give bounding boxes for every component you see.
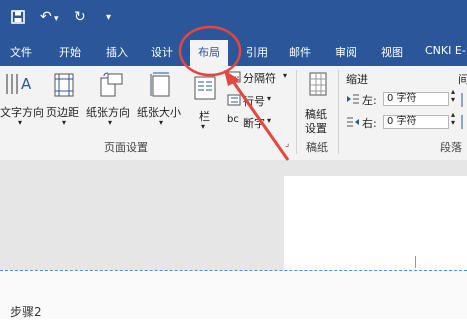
breaks-icon	[227, 71, 241, 83]
spacing-controls-icon	[461, 93, 463, 129]
tab-mailings[interactable]: 邮件	[289, 44, 311, 60]
redo-icon[interactable]: ↻	[74, 9, 86, 25]
tab-view[interactable]: 视图	[381, 44, 403, 60]
dropdown-arrow-icon: ▾	[283, 71, 288, 80]
dropdown-arrow-icon: ▾	[201, 122, 206, 131]
dropdown-arrow-icon: ▾	[18, 118, 23, 127]
manuscript-icon	[309, 72, 327, 96]
hyphenation-label: 断字	[243, 117, 265, 130]
paper-size-icon	[150, 72, 170, 97]
dropdown-arrow-icon: ▾	[267, 116, 272, 125]
orientation-button[interactable]: 纸张方向 ▾	[86, 70, 136, 127]
size-button[interactable]: 纸张大小 ▾	[137, 70, 187, 127]
indent-left-label: 左:	[362, 94, 377, 107]
tab-references[interactable]: 引用	[246, 44, 268, 60]
undo-dropdown-icon[interactable]: ▾	[54, 14, 59, 24]
indent-right-input[interactable]: 0 字符	[383, 115, 449, 129]
tab-insert[interactable]: 插入	[106, 44, 128, 60]
line-numbers-icon	[227, 94, 241, 106]
dropdown-arrow-icon: ▾	[159, 118, 164, 127]
indent-left-input[interactable]: 0 字符	[383, 92, 449, 106]
page-setup-group-label: 页面设置	[104, 141, 148, 154]
ribbon-tab-row: 文件 开始 插入 设计 布局 引用 邮件 审阅 视图 CNKI E-	[0, 36, 467, 66]
page-setup-dialog-launcher-icon[interactable]: ⌟	[285, 139, 289, 149]
margins-icon	[54, 73, 74, 97]
manuscript-label-line2: 设置	[305, 122, 327, 135]
columns-icon	[194, 76, 216, 100]
text-direction-icon: A	[6, 74, 32, 94]
dropdown-arrow-icon: ▾	[267, 94, 272, 103]
caption-area	[0, 272, 467, 319]
dropdown-arrow-icon: ▾	[108, 118, 113, 127]
tab-home[interactable]: 开始	[59, 44, 81, 60]
save-icon[interactable]	[11, 10, 25, 24]
indent-right-spinner-icon[interactable]: ▴ ▾	[451, 111, 455, 127]
indent-left-icon	[347, 94, 359, 104]
spacing-title: 间	[458, 73, 467, 86]
page-corner-mark	[415, 256, 416, 268]
hyphenation-button[interactable]: bc 断字 ▾	[225, 114, 291, 130]
ribbon-panel: A 文字方向 ▾ 页边距 ▾ 纸张方向 ▾ 纸张大小 ▾ 栏 ▾ 分隔符 ▾ 行…	[0, 66, 467, 161]
indent-title: 缩进	[346, 73, 368, 86]
document-page[interactable]	[284, 176, 467, 270]
section-divider	[0, 270, 467, 271]
title-bar: ↶ ▾ ↻ ▾	[0, 0, 467, 36]
undo-icon[interactable]: ↶	[40, 9, 52, 25]
line-numbers-button[interactable]: 行号 ▾	[225, 92, 291, 108]
tab-file[interactable]: 文件	[10, 44, 32, 60]
indent-right-label: 右:	[362, 117, 377, 130]
manuscript-group-label: 稿纸	[306, 141, 328, 154]
step-caption: 步骤2	[10, 305, 42, 319]
manuscript-settings-button[interactable]: 稿纸 设置	[300, 70, 336, 135]
tab-layout[interactable]: 布局	[190, 40, 228, 66]
group-divider	[338, 70, 339, 154]
svg-text:A: A	[21, 75, 32, 93]
line-numbers-label: 行号	[243, 95, 265, 108]
hyphenation-icon: bc	[227, 114, 239, 125]
breaks-button[interactable]: 分隔符 ▾	[225, 69, 291, 85]
customize-quick-access-icon[interactable]: ▾	[106, 12, 111, 23]
orientation-icon	[100, 72, 123, 97]
text-direction-button[interactable]: A 文字方向 ▾	[0, 70, 44, 127]
dropdown-arrow-icon: ▾	[62, 118, 67, 127]
tab-review[interactable]: 审阅	[335, 44, 357, 60]
tab-design[interactable]: 设计	[151, 44, 173, 60]
group-divider	[296, 70, 297, 154]
tab-cnki[interactable]: CNKI E-	[425, 44, 466, 57]
breaks-label: 分隔符	[243, 72, 276, 85]
columns-button[interactable]: 栏 ▾	[192, 70, 220, 131]
indent-right-icon	[347, 117, 359, 127]
indent-left-spinner-icon[interactable]: ▴ ▾	[451, 88, 455, 104]
margins-button[interactable]: 页边距 ▾	[46, 70, 86, 127]
paragraph-group-label: 段落	[440, 141, 462, 154]
